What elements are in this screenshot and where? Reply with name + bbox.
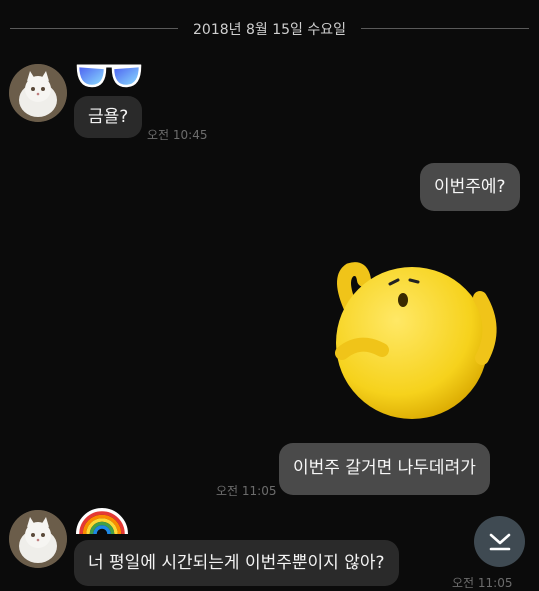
message-time: 오전 11:05 <box>452 576 513 590</box>
date-divider: 2018년 8월 15일 수요일 <box>0 17 539 39</box>
rainbow-icon <box>74 502 130 536</box>
sender-avatar[interactable] <box>9 510 67 568</box>
message-bubble-outgoing[interactable]: 이번주 갈거면 나두데려가 <box>279 443 490 495</box>
sender-avatar[interactable] <box>9 64 67 122</box>
yellow-ball-character-sticker[interactable] <box>320 258 510 423</box>
scroll-to-bottom-button[interactable] <box>474 516 525 567</box>
divider-line-right <box>361 28 529 29</box>
chevron-down-icon <box>489 533 510 550</box>
message-bubble-incoming[interactable]: 금욜? <box>74 96 143 138</box>
message-time: 오전 10:45 <box>147 128 208 142</box>
message-bubble-incoming[interactable]: 너 평일에 시간되는게 이번주뿐이지 않아? <box>74 540 399 586</box>
sunglasses-icon <box>74 60 144 92</box>
divider-line-left <box>10 28 178 29</box>
message-bubble-outgoing[interactable]: 이번주에? <box>420 163 520 211</box>
message-time: 오전 11:05 <box>216 484 277 498</box>
date-divider-text: 2018년 8월 15일 수요일 <box>193 22 346 38</box>
